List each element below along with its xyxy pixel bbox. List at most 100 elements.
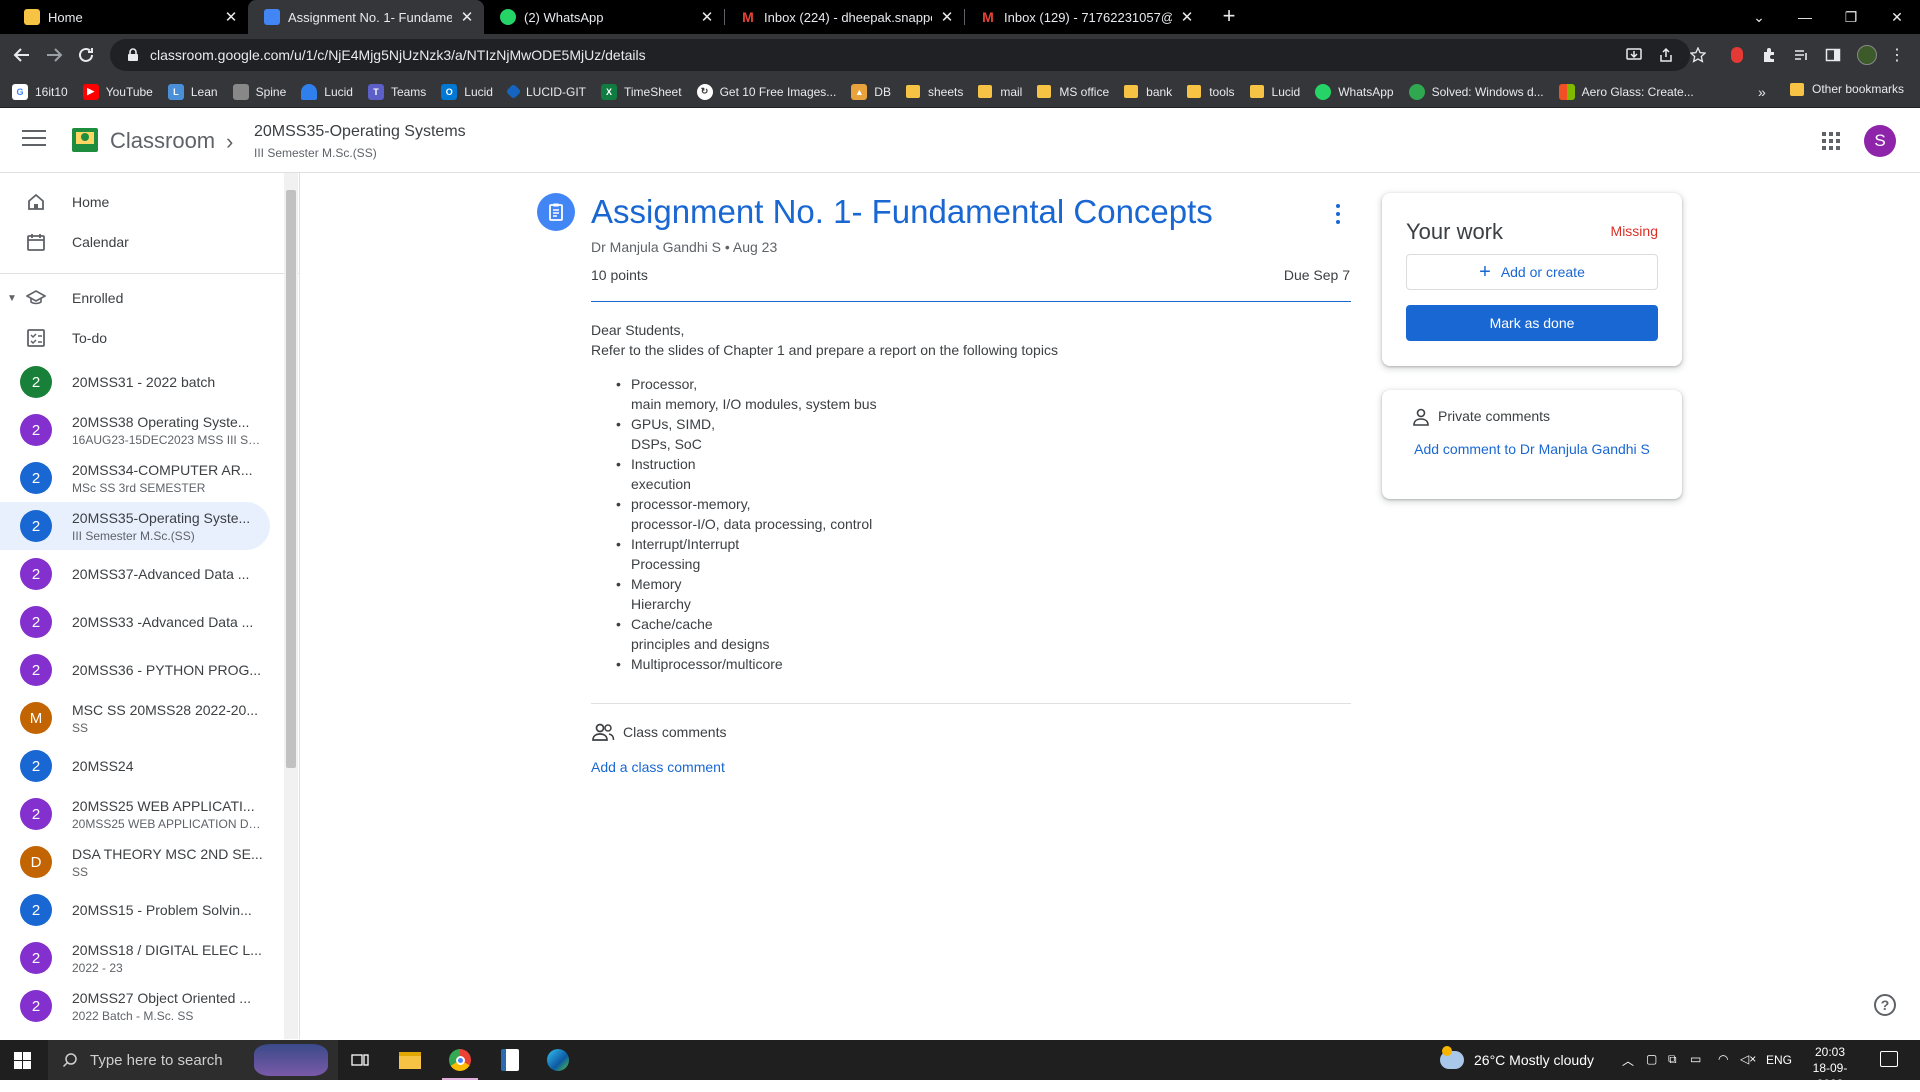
help-icon[interactable]: ? [1874, 994, 1896, 1016]
more-options-icon[interactable] [1330, 204, 1346, 224]
course-subtitle: SS [72, 865, 89, 879]
new-tab-button[interactable]: + [1216, 4, 1242, 30]
course-item[interactable]: 2 20MSS34-COMPUTER AR... MSc SS 3rd SEME… [0, 454, 270, 502]
tab-search-icon[interactable]: ⌄ [1736, 0, 1782, 34]
tab-assignment[interactable]: Assignment No. 1- Fundamental ✕ [248, 0, 484, 34]
close-window-button[interactable]: ✕ [1874, 0, 1920, 34]
bookmark-lucid-git[interactable]: LUCID-GIT [505, 83, 586, 100]
bookmark-free-images[interactable]: ↻ Get 10 Free Images... [696, 83, 836, 100]
battery-icon[interactable]: ▭ [1690, 1052, 1701, 1066]
close-icon[interactable]: ✕ [700, 8, 714, 26]
bookmark-folder-mail[interactable]: mail [978, 85, 1022, 99]
sidebar-item-todo[interactable]: To-do [0, 314, 270, 362]
chrome-menu-icon[interactable]: ⋮ [1886, 44, 1908, 66]
sidebar-scrollbar-thumb[interactable] [286, 190, 296, 768]
file-explorer-icon[interactable] [386, 1040, 434, 1080]
other-bookmarks[interactable]: Other bookmarks [1790, 82, 1904, 96]
volume-icon[interactable]: ◁× [1740, 1052, 1756, 1066]
bookmark-lucid-2[interactable]: O Lucid [441, 83, 493, 100]
bookmark-spine[interactable]: Spine [232, 83, 286, 100]
bookmark-aero-glass[interactable]: Aero Glass: Create... [1558, 83, 1694, 100]
bookmark-youtube[interactable]: ▶ YouTube [82, 83, 153, 100]
edge-taskbar-icon[interactable] [534, 1040, 582, 1080]
chrome-taskbar-icon[interactable] [436, 1040, 484, 1080]
profile-icon[interactable] [1856, 44, 1878, 66]
weather-widget[interactable]: 26°C Mostly cloudy [1440, 1040, 1594, 1080]
close-icon[interactable]: ✕ [1180, 8, 1194, 26]
add-class-comment-link[interactable]: Add a class comment [591, 759, 725, 775]
tray-chevron-up-icon[interactable]: ︿ [1622, 1052, 1634, 1069]
bookmark-folder-bank[interactable]: bank [1124, 85, 1172, 99]
course-item[interactable]: 2 20MSS27 Object Oriented ... 2022 Batch… [0, 982, 270, 1030]
install-app-icon[interactable] [1624, 45, 1644, 65]
sidebar-item-calendar[interactable]: Calendar [0, 218, 270, 266]
media-control-icon[interactable] [1790, 44, 1812, 66]
close-icon[interactable]: ✕ [940, 8, 954, 26]
bookmark-folder-ms-office[interactable]: MS office [1037, 85, 1109, 99]
course-item-selected[interactable]: 2 20MSS35-Operating Syste... III Semeste… [0, 502, 270, 550]
bookmark-timesheet[interactable]: X TimeSheet [600, 83, 682, 100]
more-bookmarks-chevron-icon[interactable]: » [1758, 84, 1766, 100]
minimize-button[interactable]: — [1782, 0, 1828, 34]
share-icon[interactable] [1656, 45, 1676, 65]
course-item[interactable]: 2 20MSS24 [0, 742, 270, 790]
bookmark-star-icon[interactable] [1688, 45, 1708, 65]
close-icon[interactable]: ✕ [224, 8, 238, 26]
google-apps-icon[interactable] [1822, 132, 1840, 150]
bookmark-whatsapp[interactable]: WhatsApp [1315, 83, 1394, 100]
windows-start-icon[interactable] [14, 1052, 31, 1069]
bookmark-db[interactable]: ▲ DB [851, 83, 891, 100]
screen-share-icon[interactable]: ⧉ [1668, 1052, 1677, 1067]
wifi-icon[interactable]: ◠ [1718, 1052, 1728, 1066]
bookmark-folder-tools[interactable]: tools [1187, 85, 1235, 99]
mark-as-done-button[interactable]: Mark as done [1406, 305, 1658, 341]
account-avatar[interactable]: S [1864, 125, 1896, 157]
add-or-create-button[interactable]: + Add or create [1406, 254, 1658, 290]
bookmark-teams[interactable]: T Teams [367, 83, 426, 100]
system-clock[interactable]: 20:03 18-09-2023 [1800, 1044, 1860, 1092]
course-name: 20MSS34-COMPUTER AR... [72, 462, 253, 478]
tab-gmail-2[interactable]: M Inbox (129) - 71762231057@cit.e ✕ [964, 0, 1204, 34]
tab-gmail-1[interactable]: M Inbox (224) - dheepak.snapper@ ✕ [724, 0, 964, 34]
document-app-icon[interactable] [486, 1040, 534, 1080]
meet-now-icon[interactable]: ▢ [1646, 1052, 1657, 1066]
close-icon[interactable]: ✕ [460, 8, 474, 26]
bookmark-lucid[interactable]: Lucid [301, 83, 353, 100]
add-private-comment-link[interactable]: Add comment to Dr Manjula Gandhi S [1406, 438, 1658, 461]
reload-button[interactable] [72, 41, 100, 69]
bookmark-folder-sheets[interactable]: sheets [905, 85, 963, 99]
tab-whatsapp[interactable]: (2) WhatsApp ✕ [484, 0, 724, 34]
extensions-puzzle-icon[interactable] [1758, 44, 1780, 66]
restore-button[interactable]: ❐ [1828, 0, 1874, 34]
bookmark-solved-windows[interactable]: Solved: Windows d... [1408, 83, 1544, 100]
bookmark-folder-lucid[interactable]: Lucid [1249, 85, 1300, 99]
course-item[interactable]: 2 20MSS18 / DIGITAL ELEC L... 2022 - 23 [0, 934, 270, 982]
tab-home[interactable]: Home ✕ [8, 0, 248, 34]
course-item[interactable]: 2 20MSS38 Operating Syste... 16AUG23-15D… [0, 406, 270, 454]
course-item[interactable]: D DSA THEORY MSC 2ND SE... SS [0, 838, 270, 886]
course-item[interactable]: 2 20MSS25 WEB APPLICATI... 20MSS25 WEB A… [0, 790, 270, 838]
taskbar-search-box[interactable]: Type here to search [48, 1040, 338, 1080]
caret-down-icon[interactable]: ▼ [7, 293, 17, 304]
course-item[interactable]: 2 20MSS37-Advanced Data ... [0, 550, 270, 598]
classroom-logo-icon[interactable] [72, 128, 98, 152]
address-bar[interactable]: classroom.google.com/u/1/c/NjE4Mjg5NjUzN… [110, 39, 1690, 71]
bookmark-lean[interactable]: L Lean [167, 83, 218, 100]
notifications-icon[interactable] [1880, 1051, 1898, 1067]
language-indicator[interactable]: ENG [1766, 1053, 1792, 1067]
breadcrumb-course-title[interactable]: 20MSS35-Operating Systems [254, 123, 466, 141]
course-item[interactable]: 2 20MSS36 - PYTHON PROG... [0, 646, 270, 694]
course-item[interactable]: 2 20MSS31 - 2022 batch [0, 358, 270, 406]
course-item[interactable]: 2 20MSS15 - Problem Solvin... [0, 886, 270, 934]
list-item: Cache/cacheprinciples and designs [616, 614, 1351, 654]
back-button[interactable] [8, 41, 36, 69]
app-name[interactable]: Classroom [110, 128, 215, 154]
course-item[interactable]: M MSC SS 20MSS28 2022-20... SS [0, 694, 270, 742]
main-menu-icon[interactable] [22, 130, 46, 150]
task-view-icon[interactable] [336, 1040, 384, 1080]
course-item[interactable]: 2 20MSS33 -Advanced Data ... [0, 598, 270, 646]
extension-red-icon[interactable] [1726, 44, 1748, 66]
side-panel-icon[interactable] [1822, 44, 1844, 66]
forward-button[interactable] [40, 41, 68, 69]
bookmark-16it10[interactable]: G 16it10 [12, 83, 68, 100]
